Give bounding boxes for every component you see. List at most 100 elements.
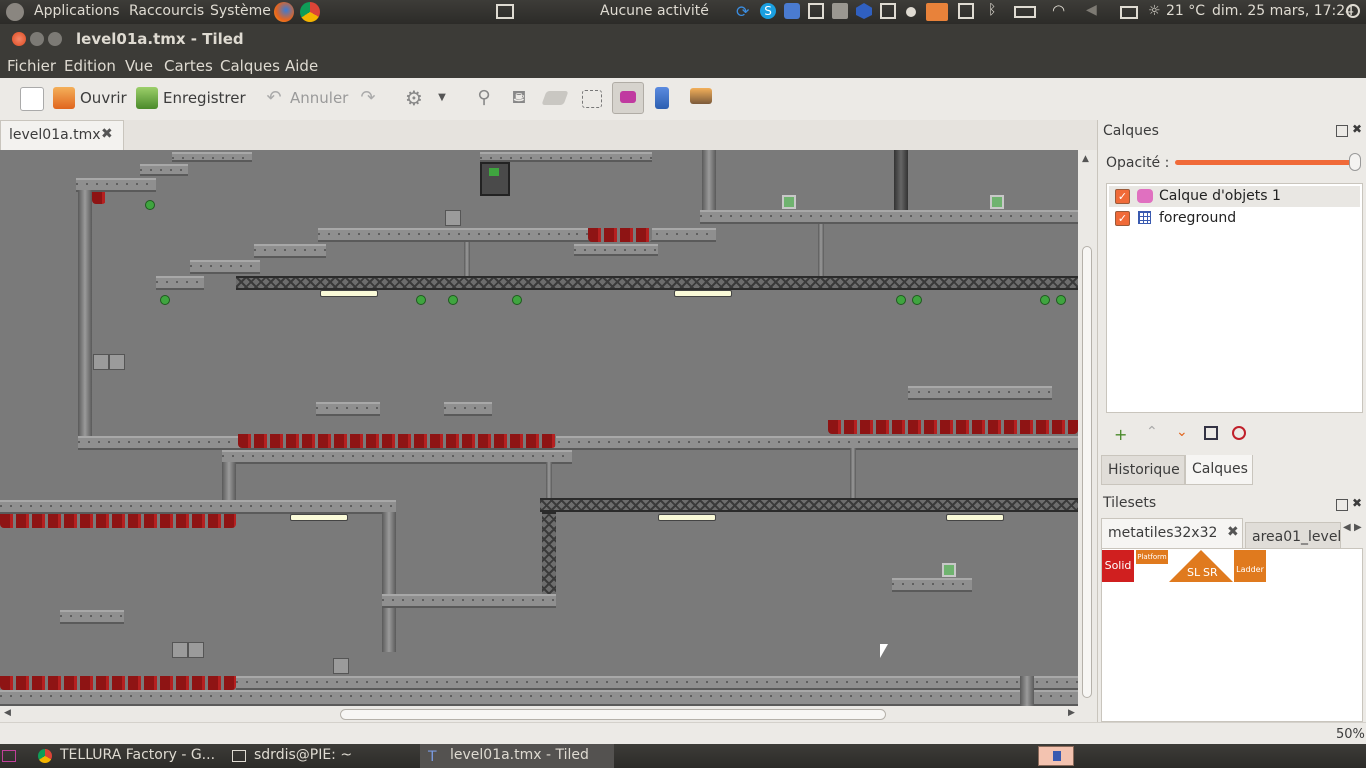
save-button[interactable]: Enregistrer: [163, 89, 246, 107]
duplicate-layer-icon[interactable]: [1204, 426, 1218, 440]
support-pipe: [818, 224, 824, 276]
workspace-switcher[interactable]: [1038, 746, 1074, 766]
opacity-slider-handle[interactable]: [1349, 153, 1361, 171]
monitor-icon[interactable]: [880, 3, 896, 19]
screen-lock-icon[interactable]: [496, 4, 514, 19]
opacity-slider-track[interactable]: [1175, 160, 1355, 165]
keyboard-icon[interactable]: [832, 3, 848, 19]
map-canvas[interactable]: [0, 150, 1078, 706]
float-panel-icon[interactable]: [1336, 125, 1348, 137]
firefox-icon[interactable]: [274, 2, 294, 22]
tab-layers[interactable]: Calques: [1185, 455, 1253, 485]
horizontal-scroll-thumb[interactable]: [340, 709, 886, 720]
bluetooth-icon[interactable]: ᛒ: [988, 2, 1004, 18]
menu-view[interactable]: Vue: [125, 57, 153, 75]
mail-icon[interactable]: [1120, 6, 1138, 19]
weather-label[interactable]: 21 °C: [1166, 3, 1205, 19]
close-panel-icon[interactable]: ✖: [1352, 123, 1362, 135]
raise-layer-icon[interactable]: ⌃: [1146, 424, 1158, 440]
open-button[interactable]: Ouvrir: [80, 89, 127, 107]
tileset-view[interactable]: Solid Platform SL SR Ladder: [1101, 548, 1363, 722]
system-menu[interactable]: Système: [210, 3, 271, 19]
layer-visible-checkbox[interactable]: ✓: [1115, 211, 1130, 226]
menu-edit[interactable]: Edition: [64, 57, 116, 75]
vertical-scroll-thumb[interactable]: [1082, 246, 1092, 698]
redo-icon[interactable]: ↷: [357, 87, 379, 109]
show-desktop-icon[interactable]: [2, 750, 16, 762]
float-panel-icon[interactable]: [1336, 499, 1348, 511]
add-layer-icon[interactable]: +: [1114, 425, 1127, 444]
lamp: [946, 514, 1004, 521]
tile-ladder[interactable]: Ladder: [1234, 550, 1266, 582]
save-icon[interactable]: [136, 87, 158, 109]
sync-icon[interactable]: ⟳: [736, 2, 752, 21]
cube-icon[interactable]: [856, 3, 872, 19]
search-icon[interactable]: [906, 7, 916, 17]
power-icon[interactable]: [1346, 4, 1360, 18]
tab-level01a[interactable]: level01a.tmx ✖: [0, 120, 124, 150]
menu-help[interactable]: Aide: [285, 57, 318, 75]
tab-layers-label: Calques: [1192, 461, 1248, 477]
object-layer-icon: [1137, 189, 1153, 203]
virtualbox-icon[interactable]: [784, 3, 800, 19]
applications-menu[interactable]: Applications: [34, 3, 120, 19]
wifi-icon[interactable]: ◠: [1052, 1, 1068, 19]
scroll-left-icon[interactable]: ◀: [4, 708, 11, 718]
skype-icon[interactable]: S: [760, 3, 776, 19]
menu-maps[interactable]: Cartes: [164, 57, 213, 75]
open-icon[interactable]: [53, 87, 75, 109]
commands-gear-icon[interactable]: ⚙: [403, 87, 425, 109]
display-icon[interactable]: [958, 3, 974, 19]
task-tiled[interactable]: T level01a.tmx - Tiled: [420, 744, 614, 768]
folder-icon[interactable]: [926, 3, 948, 21]
ubuntu-logo-icon[interactable]: [6, 3, 24, 21]
undo-button[interactable]: Annuler: [290, 89, 348, 107]
tile-platform[interactable]: Platform: [1136, 550, 1168, 564]
task-terminal[interactable]: sdrdis@PIE: ~: [224, 744, 418, 768]
undo-icon[interactable]: ↶: [263, 87, 285, 109]
insert-rectangle-icon[interactable]: [655, 87, 669, 109]
switch: [990, 195, 1004, 209]
vertical-scrollbar[interactable]: ▲: [1078, 150, 1097, 706]
insert-tile-icon[interactable]: [690, 88, 712, 104]
close-window-button[interactable]: [12, 32, 26, 46]
layer-row-objects[interactable]: ✓ Calque d'objets 1: [1109, 186, 1360, 207]
layer-row-foreground[interactable]: ✓ foreground: [1109, 208, 1360, 229]
maximize-window-button[interactable]: [48, 32, 62, 46]
tile-slopes[interactable]: SL SR: [1169, 550, 1233, 582]
layer-visible-checkbox[interactable]: ✓: [1115, 189, 1130, 204]
menu-file[interactable]: Fichier: [7, 57, 56, 75]
chevron-down-icon[interactable]: ▼: [436, 87, 448, 109]
new-map-icon[interactable]: [20, 87, 44, 111]
scroll-up-icon[interactable]: ▲: [1082, 154, 1089, 164]
tile-solid[interactable]: Solid: [1102, 550, 1134, 582]
clock-label[interactable]: dim. 25 mars, 17:24: [1212, 3, 1354, 19]
scroll-right-icon[interactable]: ▶: [1068, 708, 1075, 718]
task-chrome[interactable]: TELLURA Factory - G...: [28, 744, 222, 768]
eraser-icon[interactable]: [541, 91, 569, 105]
tab-scroll-right-icon[interactable]: ▶: [1354, 522, 1362, 533]
chrome-icon[interactable]: [300, 2, 320, 22]
shortcuts-menu[interactable]: Raccourcis: [129, 3, 204, 19]
screenshot-icon[interactable]: [808, 3, 824, 19]
bucket-fill-icon[interactable]: ⛾: [508, 87, 530, 109]
menu-layers[interactable]: Calques: [220, 57, 280, 75]
lower-layer-icon[interactable]: ⌄: [1176, 424, 1188, 440]
battery-icon[interactable]: [1014, 6, 1036, 18]
stamp-brush-icon[interactable]: ⚲: [473, 87, 495, 109]
close-tileset-icon[interactable]: ✖: [1227, 524, 1239, 540]
rectangle-select-icon[interactable]: [582, 90, 602, 108]
sun-icon: ☼: [1148, 3, 1161, 19]
close-tab-icon[interactable]: ✖: [101, 126, 113, 142]
vertical-pipe: [78, 190, 92, 440]
tab-tileset-metatiles[interactable]: metatiles32x32 ✖: [1101, 518, 1243, 548]
toolbar: Ouvrir Enregistrer ↶ Annuler ↷ ⚙ ▼ ⚲ ⛾: [0, 78, 1366, 121]
tab-scroll-left-icon[interactable]: ◀: [1343, 522, 1351, 533]
close-panel-icon[interactable]: ✖: [1352, 497, 1362, 509]
volume-muted-icon[interactable]: ◀: [1086, 2, 1102, 18]
object-select-button[interactable]: [612, 82, 644, 114]
minimize-window-button[interactable]: [30, 32, 44, 46]
horizontal-scrollbar[interactable]: ◀ ▶: [0, 706, 1097, 722]
tab-history[interactable]: Historique: [1101, 455, 1185, 485]
delete-layer-icon[interactable]: [1232, 426, 1246, 440]
